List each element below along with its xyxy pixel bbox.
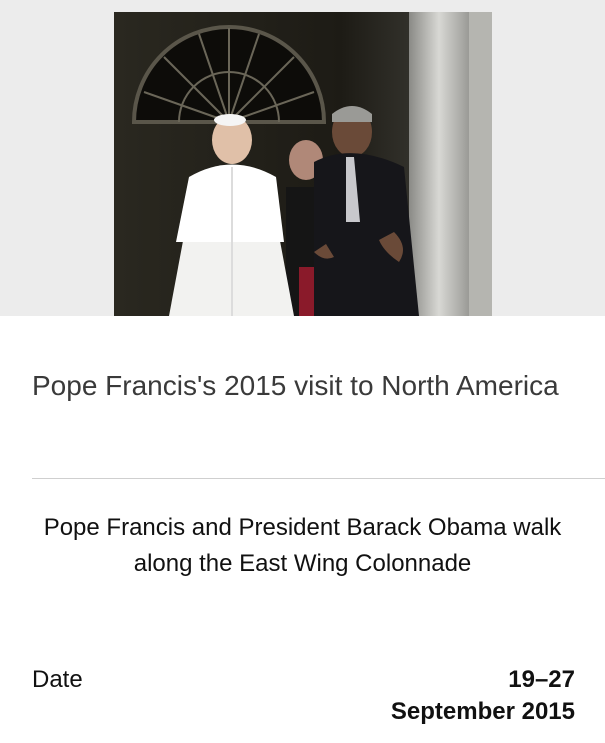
article-photo[interactable] — [114, 12, 492, 316]
photo-illustration — [114, 12, 492, 316]
date-row: Date 19–27 September 2015 — [32, 664, 575, 734]
image-caption: Pope Francis and President Barack Obama … — [43, 514, 562, 577]
date-month-year: September 2015 — [390, 698, 575, 725]
date-range: 19–27 — [508, 666, 575, 693]
article-title[interactable]: Pope Francis's 2015 visit to North Ameri… — [32, 366, 572, 406]
image-band — [0, 0, 605, 316]
date-label: Date — [32, 666, 83, 693]
infobox-card: Pope Francis's 2015 visit to North Ameri… — [0, 0, 605, 743]
date-value: 19–27 September 2015 — [391, 664, 575, 728]
divider — [32, 478, 605, 479]
